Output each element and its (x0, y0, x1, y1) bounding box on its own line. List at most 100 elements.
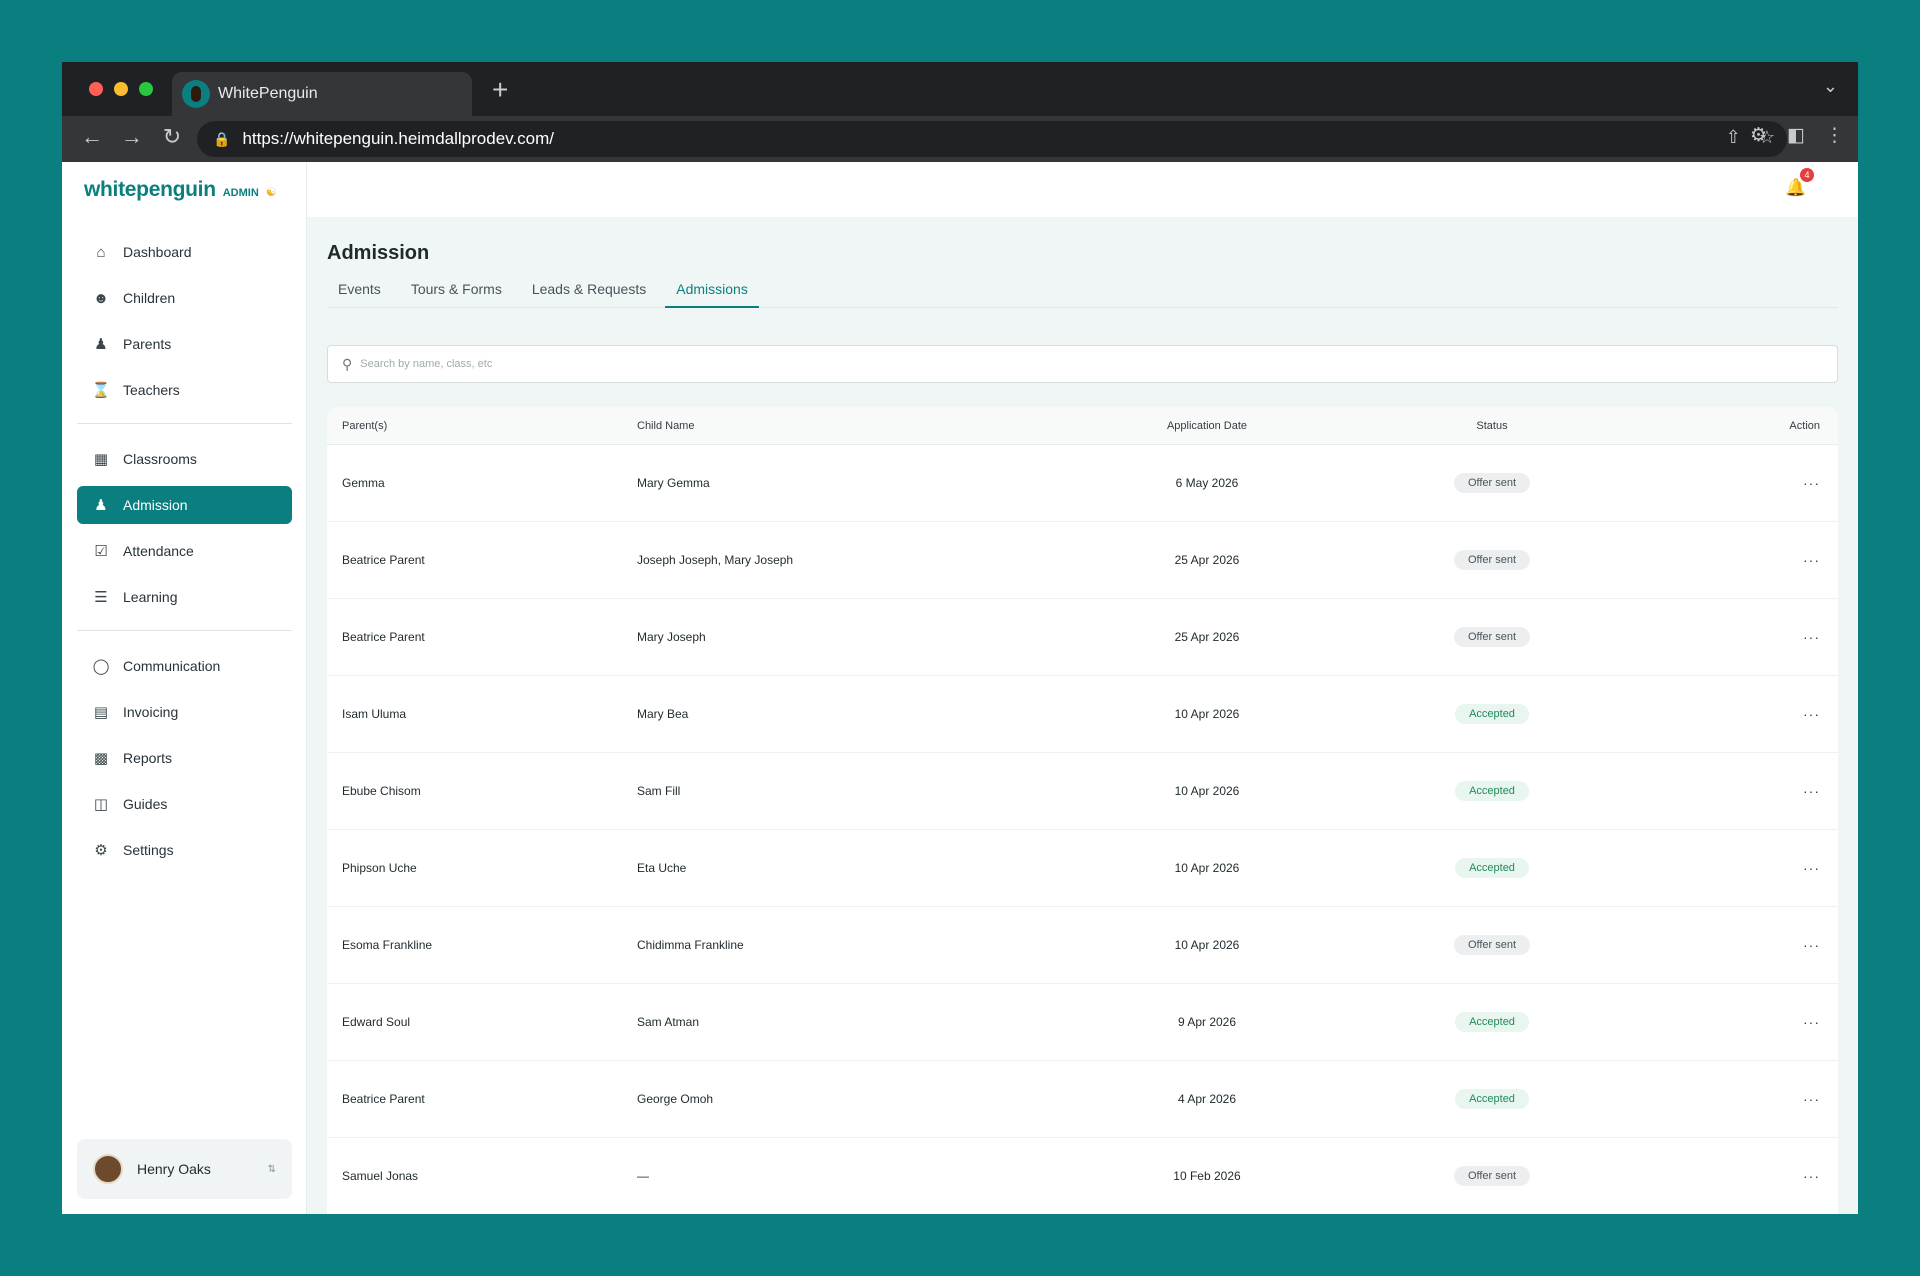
sidebar-item-communication[interactable]: ◯ Communication (77, 647, 292, 685)
app: whitepenguin ADMIN ☯ ⌂ Dashboard ☻ Child… (62, 162, 1858, 1214)
sidebar-item-label: Classrooms (123, 451, 197, 467)
cell-parent: Isam Uluma (342, 707, 407, 721)
more-actions-icon[interactable]: ··· (1803, 552, 1820, 568)
more-actions-icon[interactable]: ··· (1803, 1091, 1820, 1107)
book-icon: ◫ (93, 796, 109, 813)
sidebar-item-settings[interactable]: ⚙ Settings (77, 831, 292, 869)
header-parents[interactable]: Parent(s) (327, 420, 637, 432)
more-actions-icon[interactable]: ··· (1803, 475, 1820, 491)
more-actions-icon[interactable]: ··· (1803, 937, 1820, 953)
sidebar-item-label: Reports (123, 750, 173, 766)
tab-events[interactable]: Events (327, 274, 392, 308)
chart-icon: ▩ (93, 750, 109, 767)
cell-child: Sam Fill (637, 784, 681, 798)
forward-icon[interactable]: → (112, 124, 152, 150)
cell-child: George Omoh (637, 1092, 714, 1106)
more-actions-icon[interactable]: ··· (1803, 629, 1820, 645)
more-actions-icon[interactable]: ··· (1803, 1168, 1820, 1184)
browser-toolbar: ← → ↻ 🔒 https://whitepenguin.heimdallpro… (62, 116, 1858, 162)
address-bar[interactable]: 🔒 https://whitepenguin.heimdallprodev.co… (197, 121, 1787, 157)
reload-icon[interactable]: ↻ (152, 124, 192, 150)
sidebar-item-label: Attendance (123, 543, 194, 559)
table-row[interactable]: Ebube Chisom Sam Fill 10 Apr 2026 Accept… (327, 753, 1838, 830)
learning-icon: ☰ (94, 589, 108, 606)
sidepanel-icon[interactable]: ◧ (1787, 124, 1805, 147)
cell-parent: Beatrice Parent (342, 630, 425, 644)
top-bar: 🔔 4 (307, 162, 1858, 217)
cell-child: Sam Atman (637, 1015, 700, 1029)
page-title: Admission (327, 242, 430, 264)
cell-child: Chidimma Frankline (637, 938, 744, 952)
sidebar-item-teachers[interactable]: ⌛ Teachers (77, 371, 292, 409)
browser-window: WhitePenguin + ⌄ ← → ↻ 🔒 https://whitepe… (62, 62, 1858, 1214)
header-status[interactable]: Status (1297, 420, 1687, 432)
sidebar-item-label: Teachers (123, 382, 180, 398)
sidebar-item-classrooms[interactable]: ▦ Classrooms (77, 440, 292, 478)
sidebar-item-guides[interactable]: ◫ Guides (77, 785, 292, 823)
sidebar: whitepenguin ADMIN ☯ ⌂ Dashboard ☻ Child… (62, 162, 307, 1214)
header-child-name[interactable]: Child Name (637, 420, 1117, 432)
search-input[interactable] (360, 358, 1837, 370)
table-row[interactable]: Beatrice Parent George Omoh 4 Apr 2026 A… (327, 1061, 1838, 1138)
tab-tours-forms[interactable]: Tours & Forms (400, 274, 513, 308)
more-actions-icon[interactable]: ··· (1803, 783, 1820, 799)
tab-list-chevron-icon[interactable]: ⌄ (1823, 76, 1838, 97)
share-icon[interactable]: ⇧ (1726, 127, 1741, 148)
more-actions-icon[interactable]: ··· (1803, 1014, 1820, 1030)
sidebar-item-dashboard[interactable]: ⌂ Dashboard (77, 233, 292, 271)
table-row[interactable]: Edward Soul Sam Atman 9 Apr 2026 Accepte… (327, 984, 1838, 1061)
brand-logo[interactable]: whitepenguin ADMIN ☯ (84, 178, 277, 202)
cell-date: 6 May 2026 (1175, 476, 1239, 490)
maximize-window-button[interactable] (139, 82, 153, 96)
sidebar-item-parents[interactable]: ♟ Parents (77, 325, 292, 363)
notification-count-badge: 4 (1800, 168, 1814, 182)
tab-leads-requests[interactable]: Leads & Requests (521, 274, 657, 308)
cell-date: 4 Apr 2026 (1177, 1092, 1237, 1106)
table-row[interactable]: Phipson Uche Eta Uche 10 Apr 2026 Accept… (327, 830, 1838, 907)
table-row[interactable]: Samuel Jonas — 10 Feb 2026 Offer sent ··… (327, 1138, 1838, 1214)
extensions-icon[interactable]: ⚙ (1750, 124, 1767, 147)
header-application-date[interactable]: Application Date (1117, 420, 1297, 432)
more-actions-icon[interactable]: ··· (1803, 860, 1820, 876)
menu-icon[interactable]: ⋮ (1825, 124, 1844, 147)
table-row[interactable]: Beatrice Parent Mary Joseph 25 Apr 2026 … (327, 599, 1838, 676)
sidebar-item-admission[interactable]: ♟ Admission (77, 486, 292, 524)
new-tab-button[interactable]: + (492, 74, 508, 106)
cell-parent: Gemma (342, 476, 385, 490)
sidebar-item-attendance[interactable]: ☑ Attendance (77, 532, 292, 570)
table-row[interactable]: Isam Uluma Mary Bea 10 Apr 2026 Accepted… (327, 676, 1838, 753)
close-window-button[interactable] (89, 82, 103, 96)
status-badge: Accepted (1455, 704, 1529, 724)
chevron-updown-icon: ⇅ (267, 1163, 276, 1175)
sidebar-item-label: Settings (123, 842, 174, 858)
browser-tab[interactable]: WhitePenguin (172, 72, 472, 116)
table-row[interactable]: Beatrice Parent Joseph Joseph, Mary Jose… (327, 522, 1838, 599)
sidebar-item-invoicing[interactable]: ▤ Invoicing (77, 693, 292, 731)
user-menu[interactable]: Henry Oaks ⇅ (77, 1139, 292, 1199)
sidebar-item-learning[interactable]: ☰ Learning (77, 578, 292, 616)
status-badge: Offer sent (1453, 1166, 1531, 1186)
sidebar-item-reports[interactable]: ▩ Reports (77, 739, 292, 777)
cell-date: 10 Feb 2026 (1173, 1169, 1241, 1183)
search-icon: ⚲ (342, 355, 353, 372)
home-icon: ⌂ (96, 243, 106, 261)
more-actions-icon[interactable]: ··· (1803, 706, 1820, 722)
brand-name: whitepenguin (84, 178, 216, 201)
cell-parent: Ebube Chisom (342, 784, 421, 798)
minimize-window-button[interactable] (114, 82, 128, 96)
bell-icon[interactable]: 🔔 4 (1784, 168, 1814, 200)
invoice-icon: ▤ (93, 704, 109, 721)
tab-admissions[interactable]: Admissions (665, 274, 759, 308)
cell-date: 10 Apr 2026 (1174, 861, 1240, 875)
back-icon[interactable]: ← (72, 124, 112, 150)
sidebar-item-children[interactable]: ☻ Children (77, 279, 292, 317)
status-badge: Accepted (1455, 781, 1529, 801)
table-row[interactable]: Gemma Mary Gemma 6 May 2026 Offer sent ·… (327, 445, 1838, 522)
table-row[interactable]: Esoma Frankline Chidimma Frankline 10 Ap… (327, 907, 1838, 984)
search-bar: ⚲ (327, 345, 1838, 383)
teacher-icon: ⌛ (91, 382, 111, 399)
chat-icon: ◯ (92, 658, 110, 675)
admin-badge-icon: ☯ (265, 185, 277, 199)
main-content: 🔔 4 Admission Events Tours & Forms Leads… (307, 162, 1858, 1214)
cell-date: 9 Apr 2026 (1177, 1015, 1237, 1029)
